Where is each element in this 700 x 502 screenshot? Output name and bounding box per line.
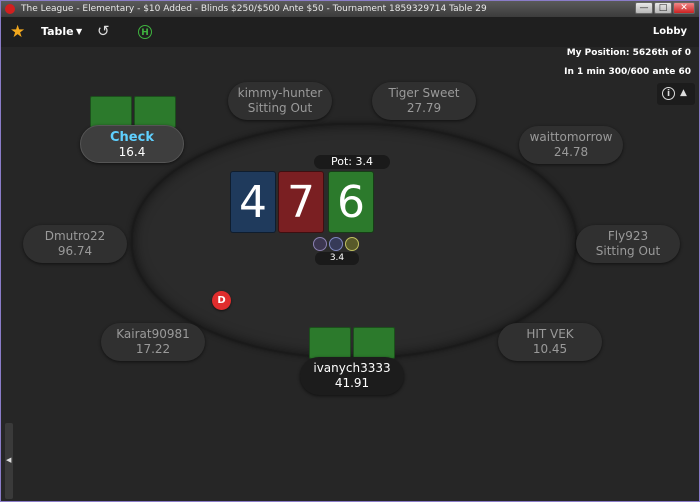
chevron-left-icon: ◀ xyxy=(6,456,12,464)
table-info-button[interactable]: i ▲ xyxy=(657,83,695,105)
window-controls: — □ ✕ xyxy=(635,2,695,14)
my-position-text: My Position: 5626th of 0 xyxy=(566,48,691,58)
player-name: waittomorrow xyxy=(529,130,613,144)
dealer-button: D xyxy=(212,291,231,310)
player-stack: 24.78 xyxy=(553,145,589,159)
player-stack: 41.91 xyxy=(334,376,370,390)
player-action-label: Check xyxy=(110,130,154,145)
pot-amount: Pot: 3.4 xyxy=(314,155,390,169)
maximize-button[interactable]: □ xyxy=(654,2,672,14)
seat-kimmy-hunter[interactable]: kimmy-hunter Sitting Out xyxy=(228,82,332,120)
player-stack: 16.4 xyxy=(118,145,146,159)
hole-card-back xyxy=(309,327,351,359)
info-icon: i xyxy=(662,87,675,100)
player-stack: Sitting Out xyxy=(247,101,313,115)
player-name: Fly923 xyxy=(607,229,649,243)
board-card: 7 xyxy=(278,171,324,233)
next-blinds-text: In 1 min 300/600 ante 60 xyxy=(564,67,691,77)
minimize-button[interactable]: — xyxy=(635,2,653,14)
seat-acting-player[interactable]: Check 16.4 xyxy=(80,125,184,163)
chip-icon xyxy=(345,237,359,251)
chevron-down-icon[interactable]: ▼ xyxy=(76,27,82,36)
seat-dmutro22[interactable]: Dmutro22 96.74 xyxy=(23,225,127,263)
app-logo-icon xyxy=(5,4,15,14)
player-name: kimmy-hunter xyxy=(237,86,323,100)
chip-stack xyxy=(313,237,361,253)
player-stack: Sitting Out xyxy=(595,244,661,258)
hole-card-back xyxy=(90,96,132,128)
table-toolbar: ★ Table ▼ ↺ H Lobby xyxy=(1,17,699,47)
seat-tiger-sweet[interactable]: Tiger Sweet 27.79 xyxy=(372,82,476,120)
bet-amount: 3.4 xyxy=(315,252,359,265)
close-button[interactable]: ✕ xyxy=(673,2,695,14)
seat-kairat90981[interactable]: Kairat90981 17.22 xyxy=(101,323,205,361)
player-stack: 17.22 xyxy=(135,342,171,356)
player-name: Dmutro22 xyxy=(44,229,106,243)
chevron-up-icon: ▲ xyxy=(680,88,687,98)
star-icon[interactable]: ★ xyxy=(10,22,25,42)
seat-fly923[interactable]: Fly923 Sitting Out xyxy=(576,225,680,263)
seat-hero-ivanych3333[interactable]: ivanych3333 41.91 xyxy=(300,357,404,395)
chip-icon xyxy=(313,237,327,251)
hand-history-icon[interactable]: H xyxy=(138,25,152,39)
player-name: HIT VEK xyxy=(526,327,574,341)
lobby-button[interactable]: Lobby xyxy=(653,26,687,37)
poker-table-window: The League - Elementary - $10 Added - Bl… xyxy=(0,0,700,502)
board-card: 6 xyxy=(328,171,374,233)
hole-card-back xyxy=(134,96,176,128)
seat-hit-vek[interactable]: HIT VEK 10.45 xyxy=(498,323,602,361)
table-menu[interactable]: Table xyxy=(41,25,74,38)
player-stack: 27.79 xyxy=(406,101,442,115)
seat-waittomorrow[interactable]: waittomorrow 24.78 xyxy=(519,126,623,164)
window-title: The League - Elementary - $10 Added - Bl… xyxy=(21,4,487,14)
side-panel-handle[interactable]: ◀ xyxy=(5,423,13,499)
title-bar[interactable]: The League - Elementary - $10 Added - Bl… xyxy=(1,1,699,17)
player-stack: 96.74 xyxy=(57,244,93,258)
player-name: Tiger Sweet xyxy=(388,86,460,100)
player-name: ivanych3333 xyxy=(313,361,391,375)
hole-card-back xyxy=(353,327,395,359)
player-stack: 10.45 xyxy=(532,342,568,356)
chip-icon xyxy=(329,237,343,251)
player-name: Kairat90981 xyxy=(116,327,190,341)
board-card: 4 xyxy=(230,171,276,233)
rebuy-icon[interactable]: ↺ xyxy=(97,22,110,40)
